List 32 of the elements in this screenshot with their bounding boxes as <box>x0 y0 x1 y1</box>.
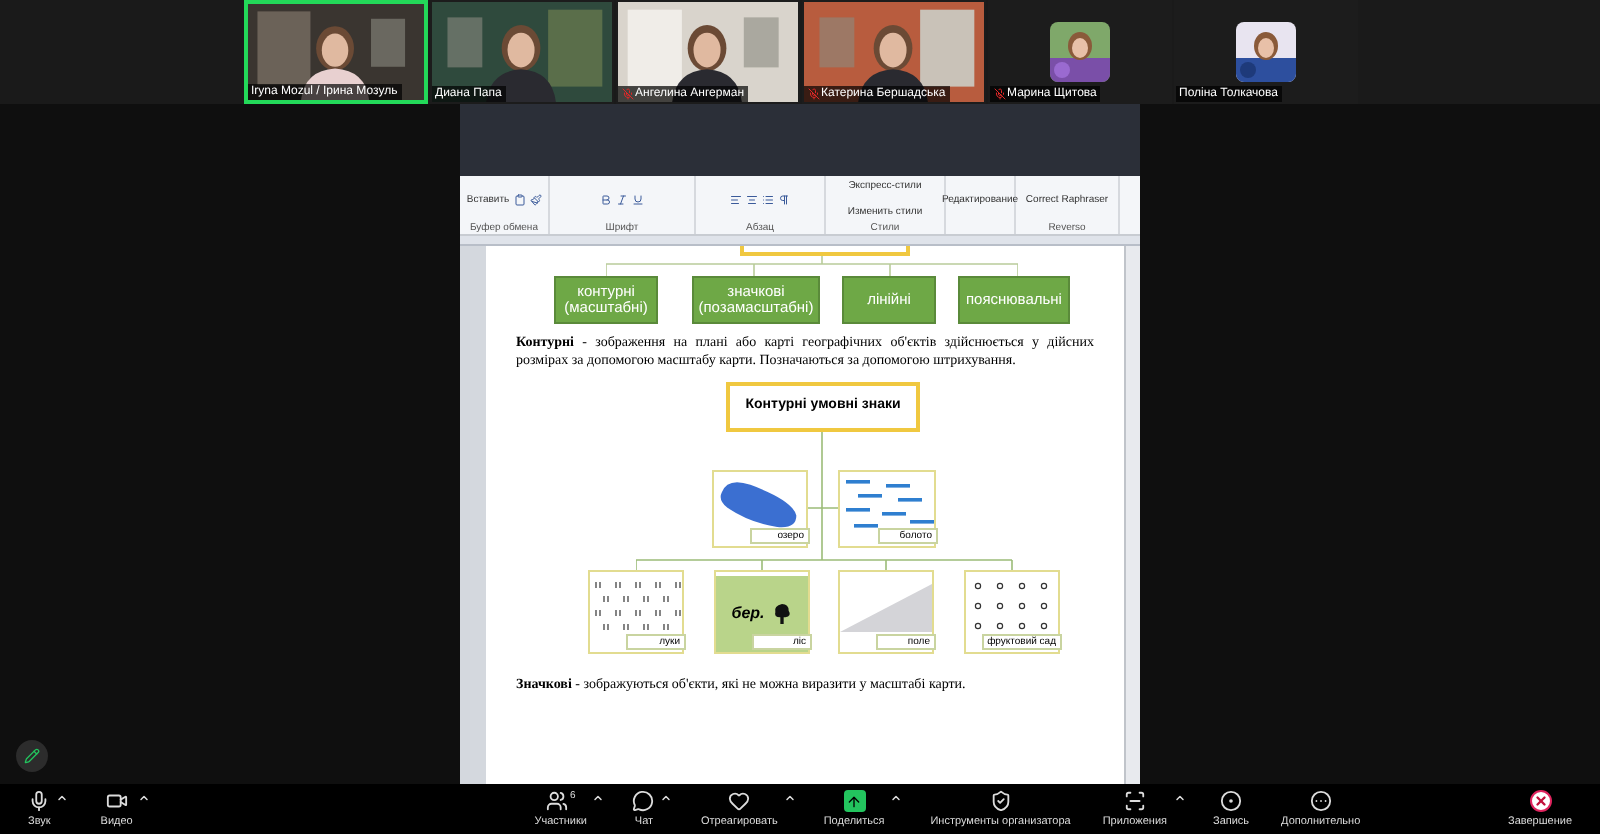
microphone-icon <box>28 790 51 812</box>
format-icon[interactable] <box>529 193 542 205</box>
format-icon[interactable] <box>616 193 628 205</box>
caret-icon[interactable] <box>783 792 796 804</box>
people-icon <box>545 790 568 812</box>
format-icon[interactable] <box>600 193 612 205</box>
heart-icon <box>728 790 751 812</box>
more-icon <box>1309 790 1332 812</box>
format-icon[interactable] <box>513 193 526 205</box>
caret-icon[interactable] <box>56 792 69 804</box>
caret-icon[interactable] <box>138 792 151 804</box>
record-icon <box>1220 790 1243 812</box>
chat-icon <box>632 790 655 812</box>
format-icon[interactable] <box>746 193 758 205</box>
tree-icon <box>772 602 793 626</box>
camera-icon <box>105 790 128 812</box>
close-icon <box>1529 790 1551 812</box>
pencil-icon <box>24 748 40 764</box>
format-icon[interactable] <box>730 193 742 205</box>
caret-icon[interactable] <box>660 792 673 804</box>
format-icon[interactable] <box>762 193 774 205</box>
caret-icon[interactable] <box>592 792 605 804</box>
shield-icon <box>989 790 1012 812</box>
tree-label: бер. <box>731 602 765 626</box>
share-icon <box>843 790 866 812</box>
scrollbar[interactable] <box>1124 246 1140 784</box>
annotate-button[interactable] <box>16 740 48 772</box>
format-icon[interactable] <box>778 193 790 205</box>
apps-icon <box>1123 790 1146 812</box>
caret-icon[interactable] <box>890 792 903 804</box>
format-icon[interactable] <box>632 193 644 205</box>
caret-icon[interactable] <box>1173 792 1185 804</box>
